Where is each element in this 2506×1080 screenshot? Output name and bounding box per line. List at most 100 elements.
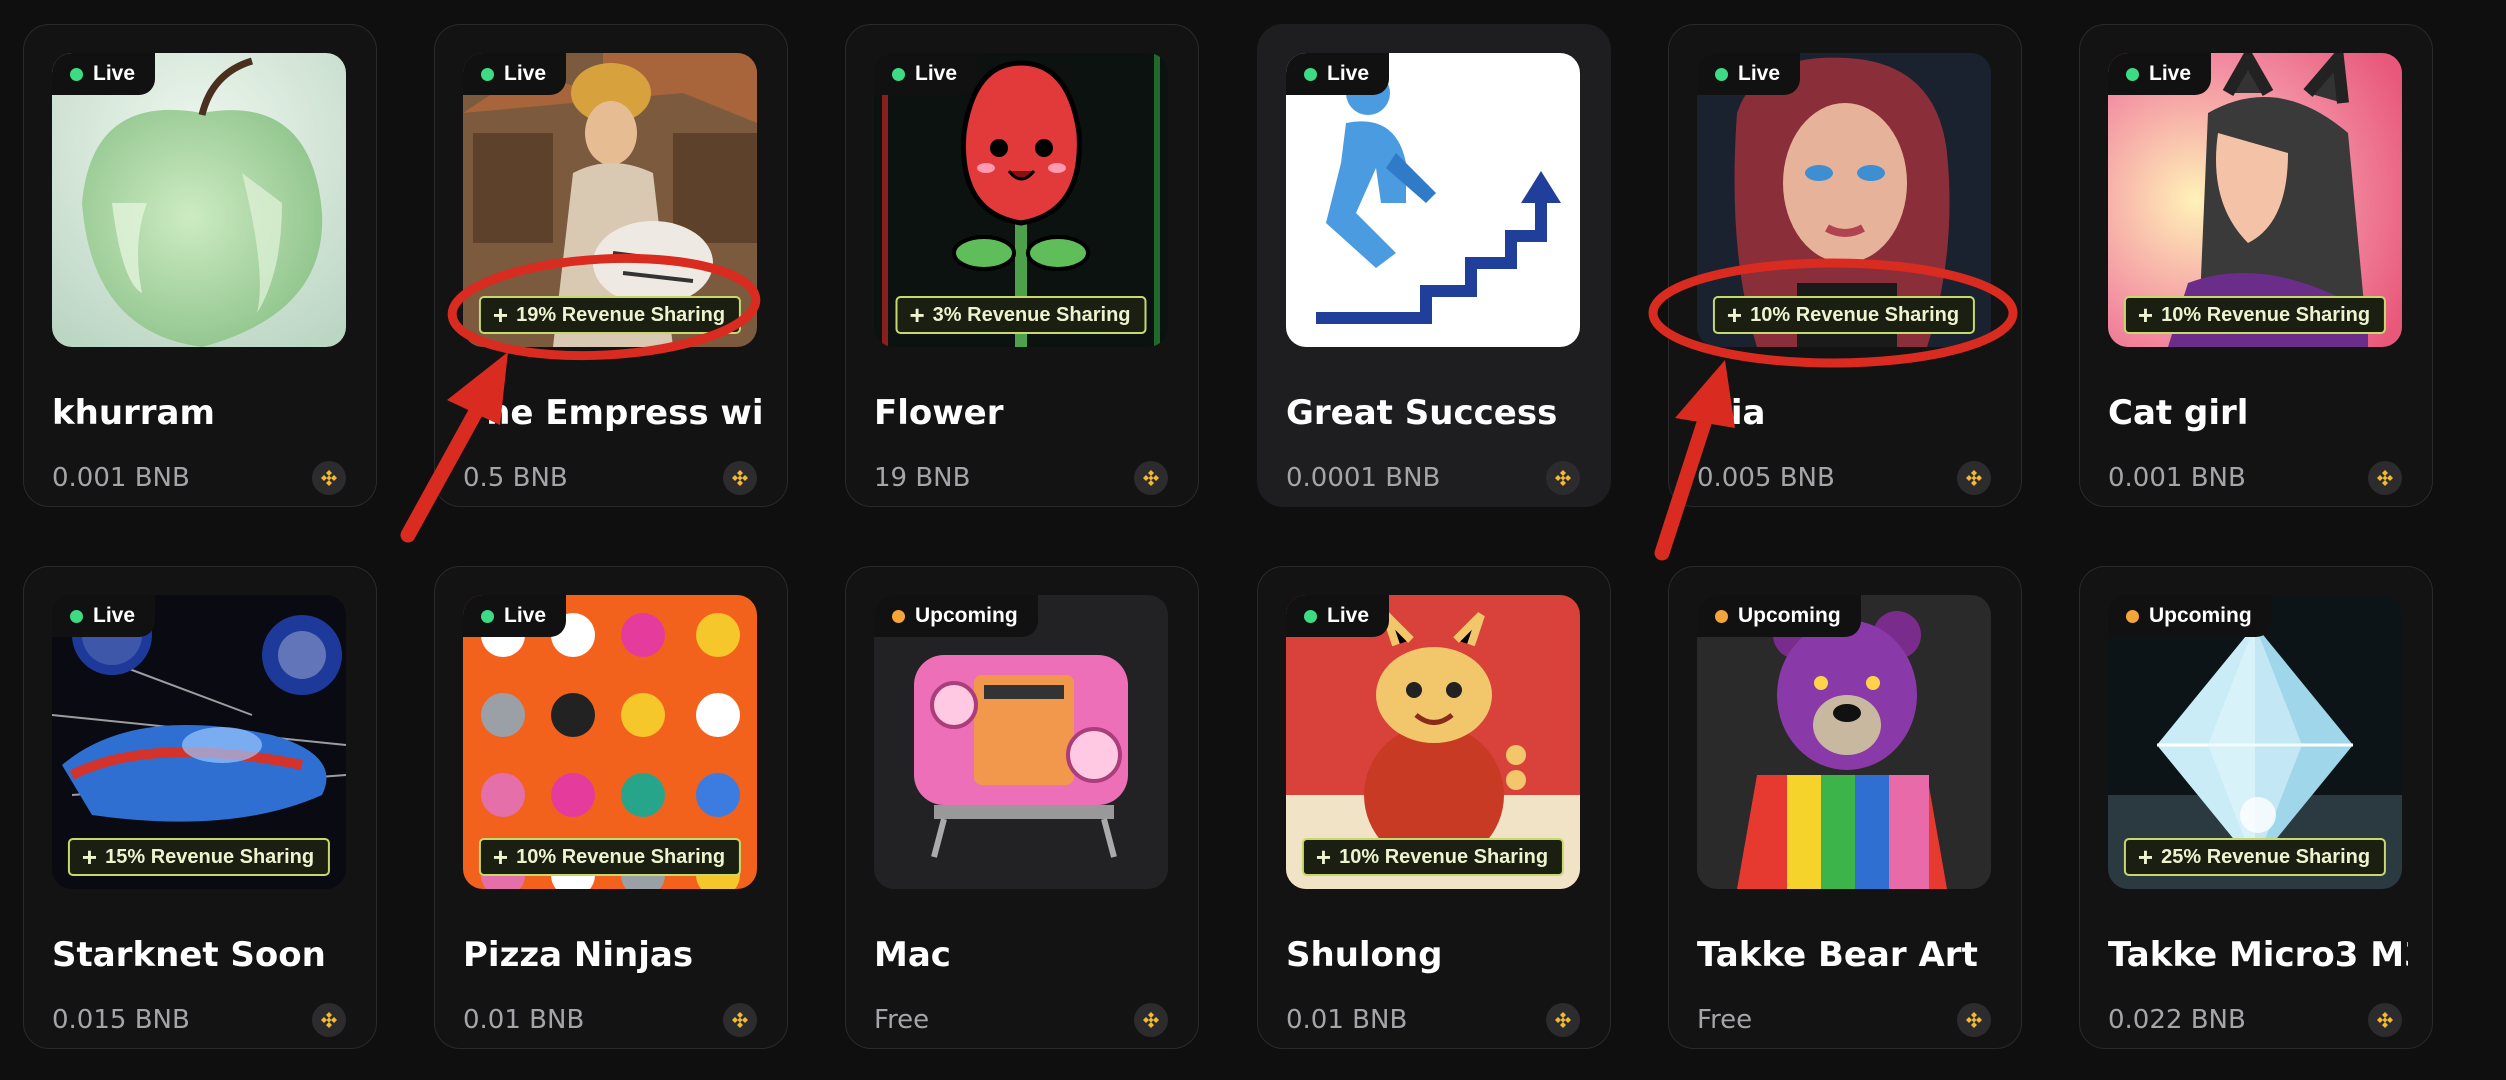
collection-image[interactable]: Live +10% Revenue Sharing — [2108, 53, 2402, 347]
status-label: Live — [1738, 62, 1781, 85]
collection-title[interactable]: Takke Bear Art — [1697, 935, 1997, 975]
collection-price: 0.001 BNB — [52, 463, 190, 493]
collection-card[interactable]: Live khurram 0.001 BNB — [23, 24, 377, 507]
plus-icon: + — [2137, 300, 2154, 330]
collection-image[interactable]: Live +15% Revenue Sharing — [52, 595, 346, 889]
status-label: Live — [1327, 604, 1370, 627]
collection-price: Free — [1697, 1005, 1753, 1035]
status-dot-icon — [892, 609, 905, 623]
status-dot-icon — [2126, 609, 2139, 623]
status-label: Live — [93, 62, 136, 85]
status-dot-icon — [481, 67, 494, 81]
status-badge: Upcoming — [874, 595, 1038, 637]
status-label: Upcoming — [1738, 604, 1841, 627]
revenue-sharing-badge: +25% Revenue Sharing — [2123, 838, 2387, 876]
collection-price: 0.005 BNB — [1697, 463, 1835, 493]
collection-card[interactable]: Live Great Success 0.0001 BNB — [1257, 24, 1611, 507]
bnb-chain-icon — [1957, 1003, 1991, 1037]
plus-icon: + — [492, 842, 509, 872]
status-label: Live — [504, 604, 547, 627]
collection-title[interactable]: Mia — [1697, 393, 1997, 433]
plus-icon: + — [1726, 300, 1743, 330]
revenue-sharing-label: 3% Revenue Sharing — [932, 303, 1131, 326]
rainbow-bear-image — [1697, 595, 1991, 889]
collection-card[interactable]: Live +10% Revenue Sharing Mia 0.005 BNB — [1668, 24, 2022, 507]
climbing-stairs-image — [1286, 53, 1580, 347]
bnb-chain-icon — [723, 461, 757, 495]
collection-title[interactable]: Mac — [874, 935, 1174, 975]
collection-card[interactable]: Live +19% Revenue Sharing The Empress wit.… — [434, 24, 788, 507]
pink-machine-image — [874, 595, 1168, 889]
status-dot-icon — [70, 67, 83, 81]
collection-title[interactable]: The Empress wit... — [463, 393, 763, 433]
revenue-sharing-label: 15% Revenue Sharing — [105, 845, 315, 868]
collection-price: 0.01 BNB — [463, 1005, 585, 1035]
collection-image[interactable]: Live — [52, 53, 346, 347]
collection-title[interactable]: Pizza Ninjas — [463, 935, 763, 975]
collection-title[interactable]: Takke Micro3 M3... — [2108, 935, 2408, 975]
status-badge: Live — [52, 53, 156, 95]
status-dot-icon — [1304, 609, 1317, 623]
collection-price: 0.015 BNB — [52, 1005, 190, 1035]
collection-price: 0.001 BNB — [2108, 463, 2246, 493]
collection-title[interactable]: Flower — [874, 393, 1174, 433]
collection-card[interactable]: Live +3% Revenue Sharing Flower 19 BNB — [845, 24, 1199, 507]
collection-image[interactable]: Live +3% Revenue Sharing — [874, 53, 1168, 347]
revenue-sharing-badge: +10% Revenue Sharing — [1712, 296, 1976, 334]
collection-price: 0.022 BNB — [2108, 1005, 2246, 1035]
revenue-sharing-label: 10% Revenue Sharing — [2161, 303, 2371, 326]
collection-image[interactable]: Live +10% Revenue Sharing — [1286, 595, 1580, 889]
status-label: Live — [93, 604, 136, 627]
status-badge: Upcoming — [2108, 595, 2272, 637]
status-label: Live — [1327, 62, 1370, 85]
collection-card[interactable]: Live +10% Revenue Sharing Shulong 0.01 BNB — [1257, 566, 1611, 1049]
collection-card[interactable]: Live +15% Revenue Sharing Starknet Soon 0.0… — [23, 566, 377, 1049]
collection-image[interactable]: Upcoming +25% Revenue Sharing — [2108, 595, 2402, 889]
status-label: Upcoming — [915, 604, 1018, 627]
revenue-sharing-badge: +3% Revenue Sharing — [895, 296, 1147, 334]
status-dot-icon — [70, 609, 83, 623]
collection-image[interactable]: Live +19% Revenue Sharing — [463, 53, 757, 347]
plus-icon: + — [1315, 842, 1332, 872]
collection-price: 19 BNB — [874, 463, 971, 493]
collection-card[interactable]: Upcoming Mac Free — [845, 566, 1199, 1049]
collection-price: 0.5 BNB — [463, 463, 568, 493]
collection-title[interactable]: Starknet Soon — [52, 935, 352, 975]
status-label: Upcoming — [2149, 604, 2252, 627]
collection-card[interactable]: Upcoming +25% Revenue Sharing Takke Micro3… — [2079, 566, 2433, 1049]
revenue-sharing-badge: +10% Revenue Sharing — [1301, 838, 1565, 876]
nft-collection-grid: Live khurram 0.001 BNB Live +19% Revenue Sh… — [0, 0, 2506, 1080]
bnb-chain-icon — [2368, 461, 2402, 495]
status-label: Live — [504, 62, 547, 85]
collection-title[interactable]: khurram — [52, 393, 352, 433]
collection-title[interactable]: Cat girl — [2108, 393, 2408, 433]
revenue-sharing-label: 19% Revenue Sharing — [516, 303, 726, 326]
plus-icon: + — [2137, 842, 2154, 872]
bnb-chain-icon — [1957, 461, 1991, 495]
bnb-chain-icon — [1546, 1003, 1580, 1037]
status-badge: Live — [52, 595, 156, 637]
collection-image[interactable]: Upcoming — [874, 595, 1168, 889]
collection-card[interactable]: Live +10% Revenue Sharing Cat girl 0.001 BN… — [2079, 24, 2433, 507]
status-badge: Live — [1286, 53, 1390, 95]
collection-card[interactable]: Live +10% Revenue Sharing Pizza Ninjas 0.01… — [434, 566, 788, 1049]
status-badge: Live — [463, 595, 567, 637]
bnb-chain-icon — [2368, 1003, 2402, 1037]
bnb-chain-icon — [1134, 461, 1168, 495]
status-dot-icon — [2126, 67, 2139, 81]
bnb-chain-icon — [312, 461, 346, 495]
collection-title[interactable]: Shulong — [1286, 935, 1586, 975]
collection-card[interactable]: Upcoming Takke Bear Art Free — [1668, 566, 2022, 1049]
revenue-sharing-label: 10% Revenue Sharing — [1750, 303, 1960, 326]
revenue-sharing-badge: +10% Revenue Sharing — [2123, 296, 2387, 334]
collection-title[interactable]: Great Success — [1286, 393, 1586, 433]
plus-icon: + — [492, 300, 509, 330]
collection-image[interactable]: Live +10% Revenue Sharing — [463, 595, 757, 889]
collection-image[interactable]: Upcoming — [1697, 595, 1991, 889]
bnb-chain-icon — [312, 1003, 346, 1037]
revenue-sharing-label: 10% Revenue Sharing — [1339, 845, 1549, 868]
collection-image[interactable]: Live +10% Revenue Sharing — [1697, 53, 1991, 347]
status-badge: Live — [1697, 53, 1801, 95]
collection-price: 0.0001 BNB — [1286, 463, 1441, 493]
collection-image[interactable]: Live — [1286, 53, 1580, 347]
